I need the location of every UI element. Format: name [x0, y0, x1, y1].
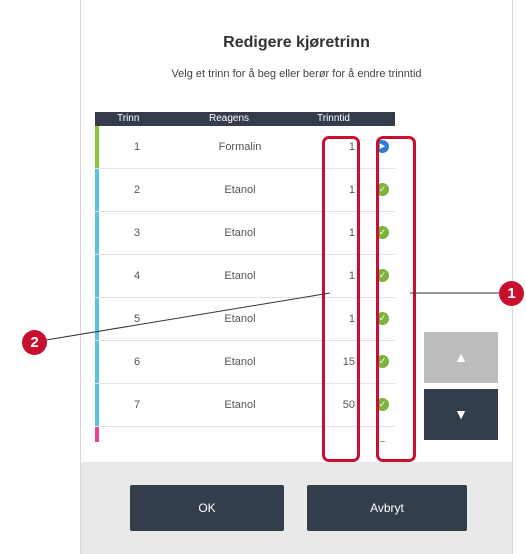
edit-run-steps-dialog: Redigere kjøretrinn Velg et trinn for å … [80, 0, 513, 554]
scroll-up-button[interactable]: ▲ [424, 332, 498, 383]
callout-2: 2 [22, 330, 47, 355]
cancel-button[interactable]: Avbryt [307, 485, 467, 531]
header-step: Trinn [117, 113, 140, 124]
header-reagent: Reagens [209, 113, 250, 124]
step-cell: 1 [133, 141, 141, 153]
reagent-group-bar [95, 169, 99, 211]
callout-1: 1 [499, 281, 524, 306]
reagent-group-bar [95, 384, 99, 426]
step-cell: 6 [133, 356, 141, 368]
reagent-cell: Etanol [224, 356, 256, 368]
reagent-group-bar [95, 427, 99, 442]
step-cell: 2 [133, 184, 141, 196]
step-cell: 4 [133, 270, 141, 282]
scroll-down-button[interactable]: ▼ [424, 389, 498, 440]
header-step-time: Trinntid [317, 113, 350, 124]
reagent-group-bar [95, 341, 99, 383]
step-cell: 3 [133, 227, 141, 239]
status-column-highlight [376, 136, 416, 462]
reagent-cell: Etanol [224, 184, 256, 196]
dialog-title: Redigere kjøretrinn [223, 34, 370, 51]
reagent-group-bar [95, 298, 99, 340]
step-cell: 5 [133, 313, 141, 325]
reagent-cell: Etanol [224, 313, 256, 325]
ok-button[interactable]: OK [130, 485, 284, 531]
reagent-cell: Formalin [218, 141, 262, 153]
step-time-column-highlight [322, 136, 360, 462]
reagent-cell: Etanol [224, 399, 256, 411]
reagent-cell: Etanol [224, 270, 256, 282]
table-header: Trinn Reagens Trinntid [95, 112, 395, 126]
dialog-instruction: Velg et trinn for å beg eller berør for … [171, 68, 422, 80]
reagent-group-bar [95, 255, 99, 297]
step-cell: 7 [133, 399, 141, 411]
reagent-group-bar [95, 212, 99, 254]
reagent-group-bar [95, 126, 99, 168]
reagent-cell: Etanol [224, 227, 256, 239]
